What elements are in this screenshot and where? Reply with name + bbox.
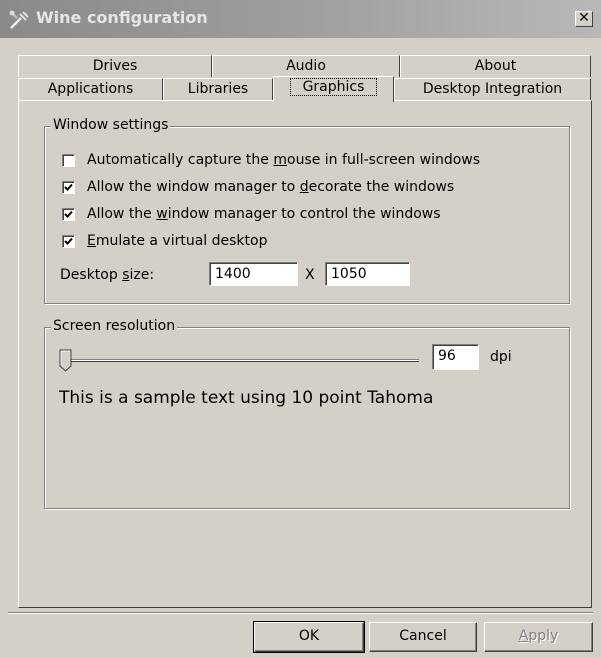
screen-resolution-legend: Screen resolution [51, 318, 178, 334]
tab-graphics[interactable]: Graphics [273, 76, 394, 102]
tab-audio[interactable]: Audio [212, 55, 400, 77]
slider-track [67, 359, 419, 361]
tab-libraries[interactable]: Libraries [163, 78, 273, 101]
apply-button-label: Apply [518, 628, 559, 644]
tab-drives[interactable]: Drives [18, 55, 212, 77]
tab-desktop-integration[interactable]: Desktop Integration [394, 78, 591, 101]
desktop-size-label: Desktop size: [60, 267, 155, 283]
dpi-input[interactable]: 96 [432, 344, 479, 370]
emulate-desktop-label[interactable]: Emulate a virtual desktop [87, 233, 267, 249]
slider-thumb[interactable] [59, 349, 73, 373]
window-title: Wine configuration [36, 8, 208, 27]
dpi-slider[interactable] [57, 349, 423, 373]
apply-button[interactable]: Apply [484, 622, 593, 652]
cancel-button[interactable]: Cancel [369, 622, 477, 652]
desktop-size-separator: X [305, 267, 315, 283]
ok-button[interactable]: OK [253, 621, 365, 653]
capture-mouse-label[interactable]: Automatically capture the mouse in full-… [87, 152, 480, 168]
control-windows-checkbox[interactable] [62, 208, 75, 221]
checkmark-icon [64, 210, 73, 218]
button-separator [8, 612, 593, 614]
checkmark-icon [64, 183, 73, 191]
capture-mouse-checkbox[interactable] [62, 154, 75, 167]
decorate-windows-checkbox[interactable] [62, 181, 75, 194]
close-icon: ✕ [578, 10, 590, 26]
wine-glass-tools-icon [9, 10, 29, 29]
decorate-windows-label[interactable]: Allow the window manager to decorate the… [87, 179, 454, 195]
tab-applications[interactable]: Applications [18, 78, 163, 101]
window-settings-group: Window settings Automatically capture th… [44, 117, 570, 304]
sample-text: This is a sample text using 10 point Tah… [59, 388, 434, 408]
window-settings-legend: Window settings [51, 117, 171, 133]
close-button[interactable]: ✕ [575, 11, 593, 27]
tab-about[interactable]: About [400, 55, 591, 77]
checkmark-icon [64, 237, 73, 245]
dpi-unit-label: dpi [490, 349, 512, 365]
graphics-tab-panel: Window settings Automatically capture th… [18, 100, 592, 608]
emulate-desktop-checkbox[interactable] [62, 235, 75, 248]
desktop-width-input[interactable]: 1400 [209, 262, 298, 286]
control-windows-label[interactable]: Allow the window manager to control the … [87, 206, 441, 222]
screen-resolution-group: Screen resolution 96 dpi This is a sampl… [44, 318, 570, 509]
title-bar[interactable]: Wine configuration ✕ [0, 0, 601, 38]
desktop-height-input[interactable]: 1050 [325, 262, 410, 286]
